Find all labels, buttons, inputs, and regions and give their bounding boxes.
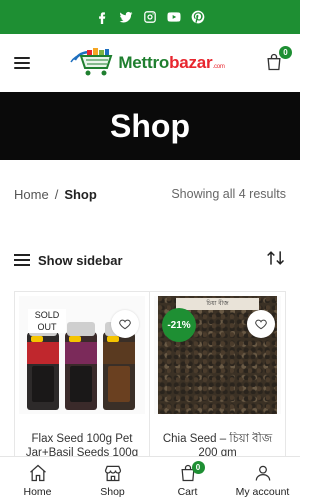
logo-text-part2: bazar bbox=[169, 53, 213, 72]
twitter-icon[interactable] bbox=[118, 9, 134, 25]
show-sidebar-label: Show sidebar bbox=[38, 252, 123, 268]
nav-home[interactable]: Home bbox=[0, 457, 75, 504]
logo-cart-icon bbox=[70, 48, 113, 76]
jar-flax bbox=[27, 322, 59, 410]
wishlist-button[interactable] bbox=[111, 310, 139, 338]
nav-shop[interactable]: Shop bbox=[75, 457, 150, 504]
jar-chia bbox=[103, 322, 135, 410]
logo-text: Mettrobazar.com bbox=[118, 53, 225, 73]
sale-badge: -21% bbox=[162, 308, 196, 342]
heart-icon bbox=[255, 319, 267, 330]
product-card[interactable]: চিয়া বীজ -21% Chia Seed – চিয়া বীজ 200… bbox=[150, 292, 286, 472]
user-icon bbox=[255, 465, 270, 481]
social-bar bbox=[0, 0, 300, 34]
shop-toolbar: Show sidebar bbox=[0, 250, 300, 270]
home-icon bbox=[29, 464, 46, 482]
bag-tag: চিয়া বীজ bbox=[176, 298, 259, 310]
nav-cart-count-badge: 0 bbox=[191, 461, 205, 474]
product-card[interactable]: SOLD OUT Flax Seed 100g Pet Jar+Basil Se… bbox=[14, 292, 150, 472]
header-cart-button[interactable]: 0 bbox=[264, 46, 292, 74]
nav-cart[interactable]: 0 Cart bbox=[150, 457, 225, 504]
nav-home-label: Home bbox=[23, 486, 52, 498]
wishlist-button[interactable] bbox=[247, 310, 275, 338]
breadcrumb-home-link[interactable]: Home bbox=[14, 187, 49, 202]
nav-cart-label: Cart bbox=[177, 486, 198, 498]
sort-arrows-icon[interactable] bbox=[266, 249, 286, 272]
jar-basil bbox=[65, 322, 97, 410]
breadcrumb-separator: / bbox=[54, 186, 59, 202]
logo-text-part1: Mettro bbox=[118, 53, 170, 72]
pinterest-icon[interactable] bbox=[190, 9, 206, 25]
breadcrumb-current: Shop bbox=[64, 186, 97, 202]
show-sidebar-button[interactable]: Show sidebar bbox=[14, 253, 123, 268]
breadcrumb: Home / Shop bbox=[14, 187, 97, 202]
nav-my-account-label: My account bbox=[235, 486, 290, 498]
site-logo[interactable]: Mettrobazar.com bbox=[69, 46, 225, 80]
logo-text-suffix: .com bbox=[212, 64, 225, 70]
sold-out-label: SOLD OUT bbox=[28, 309, 66, 333]
results-count: Showing all 4 results bbox=[171, 187, 286, 201]
nav-my-account[interactable]: My account bbox=[225, 457, 300, 504]
cart-count-badge: 0 bbox=[279, 46, 292, 59]
page-title-banner: Shop bbox=[0, 92, 300, 160]
instagram-icon[interactable] bbox=[142, 9, 158, 25]
youtube-icon[interactable] bbox=[166, 9, 182, 25]
store-icon bbox=[104, 465, 121, 482]
facebook-icon[interactable] bbox=[94, 9, 110, 25]
breadcrumb-row: Home / Shop Showing all 4 results bbox=[0, 186, 300, 202]
site-header: Mettrobazar.com 0 bbox=[0, 34, 300, 92]
product-grid: SOLD OUT Flax Seed 100g Pet Jar+Basil Se… bbox=[14, 291, 286, 472]
heart-icon bbox=[119, 319, 131, 330]
bottom-navigation: Home Shop 0 Cart My account bbox=[0, 456, 300, 504]
hamburger-menu-icon[interactable] bbox=[14, 57, 30, 69]
nav-shop-label: Shop bbox=[100, 486, 125, 498]
page-title: Shop bbox=[110, 107, 190, 144]
sidebar-lines-icon bbox=[14, 254, 30, 266]
